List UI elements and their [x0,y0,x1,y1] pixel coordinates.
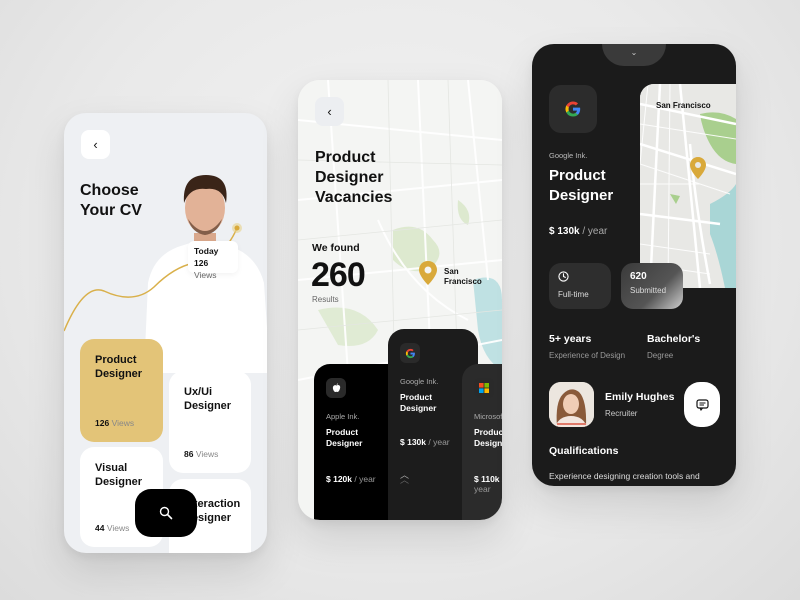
cv-card-product-designer[interactable]: Product Designer 126 Views [80,339,163,442]
submitted-count-tile: 620 Submitted [621,263,683,309]
submitted-count: 620 [630,271,647,282]
found-sub-label: Results [312,295,339,304]
cv-card-count: 126 [95,418,110,428]
recruiter-avatar[interactable] [549,382,594,427]
map-location-label: San Francisco [444,267,482,286]
employment-type-tile: Full-time [549,263,611,309]
job-salary: $ 130k [400,437,426,447]
job-company: Apple Ink. [326,412,360,421]
expand-up-icon[interactable]: ︿ ︿ [400,471,410,485]
map-graphic [640,84,736,288]
collapse-handle[interactable]: ⌄ [602,44,666,66]
job-role: Product Designer [474,427,502,448]
company-name: Google Ink. [549,151,588,160]
choose-cv-screen: ‹ Choose Your CV Today 126 Views Product… [64,113,267,553]
qualifications-heading: Qualifications [549,445,619,457]
job-location-map[interactable] [640,84,736,288]
job-company: Microsoft [474,412,502,421]
page-title: Product Designer Vacancies [315,149,393,206]
clock-icon [558,271,569,282]
qualifications-text: Experience designing creation tools and [549,471,700,481]
message-recruiter-button[interactable] [684,382,720,427]
recruiter-name: Emily Hughes [605,391,675,403]
recruiter-role: Recruiter [605,409,638,418]
found-label: We found [312,242,360,254]
salary-period: / year [582,226,608,237]
cv-card-unit: Views [195,449,219,459]
job-detail-screen: ⌄ San Francisco Google Ink. Product Desi… [532,44,736,486]
stat-label: Today [194,246,219,256]
job-salary: $ 130k / year [549,226,607,237]
chevron-left-icon: ‹ [327,104,332,119]
job-company: Google Ink. [400,377,439,386]
job-role: Product Designer [326,427,363,448]
back-button[interactable]: ‹ [81,130,110,159]
company-logo [549,85,597,133]
experience-value: 5+ years [549,333,592,345]
google-icon [400,343,420,363]
views-stat-card: Today 126 Views [188,241,238,280]
map-pin-icon[interactable] [418,260,438,286]
map-location-label: San Francisco [656,101,711,110]
job-title: Product Designer [549,167,614,204]
salary-amount: $ 130k [549,226,580,237]
cv-card-unit: Views [106,523,130,533]
chevron-left-icon: ‹ [93,137,98,152]
job-salary: $ 110k [474,474,500,484]
search-button[interactable] [135,489,197,537]
stat-unit: Views [194,270,217,280]
experience-info: 5+ years Experience of Design [549,333,625,360]
job-role: Product Designer [400,392,437,413]
job-card-microsoft[interactable]: Microsoft Product Designer $ 110k / year [462,364,502,520]
vacancies-screen: ‹ Product Designer Vacancies We found 26… [298,80,502,520]
cv-card-title: Ux/Ui Designer [184,386,232,412]
cv-card-count: 44 [95,523,105,533]
degree-info: Bachelor's Degree [647,333,700,360]
views-trend-line [64,223,242,332]
job-salary-period: / year [354,474,376,484]
job-salary: $ 120k [326,474,352,484]
job-salary-period: / year [428,437,450,447]
found-count: 260 [311,256,366,294]
chat-icon [695,398,709,411]
cv-card-count: 86 [184,449,194,459]
employment-type-label: Full-time [558,290,589,299]
stat-count: 126 [194,258,209,268]
submitted-label: Submitted [630,286,667,295]
degree-value: Bachelor's [647,333,701,345]
cv-card-ux-ui-designer[interactable]: Ux/Ui Designer 86 Views [169,371,251,473]
back-button[interactable]: ‹ [315,97,344,126]
search-icon [159,506,173,520]
apple-icon [326,378,346,398]
chevron-up-icon: ︿ [400,475,410,485]
cv-card-unit: Views [111,418,135,428]
cv-card-title: Visual Designer [95,462,143,488]
degree-label: Degree [647,351,674,360]
microsoft-icon [474,378,494,398]
cv-card-title: Product Designer [95,354,143,380]
recruiter-photo [549,382,594,427]
chevron-down-icon: ⌄ [630,48,638,57]
google-icon [565,101,581,117]
experience-label: Experience of Design [549,351,626,360]
